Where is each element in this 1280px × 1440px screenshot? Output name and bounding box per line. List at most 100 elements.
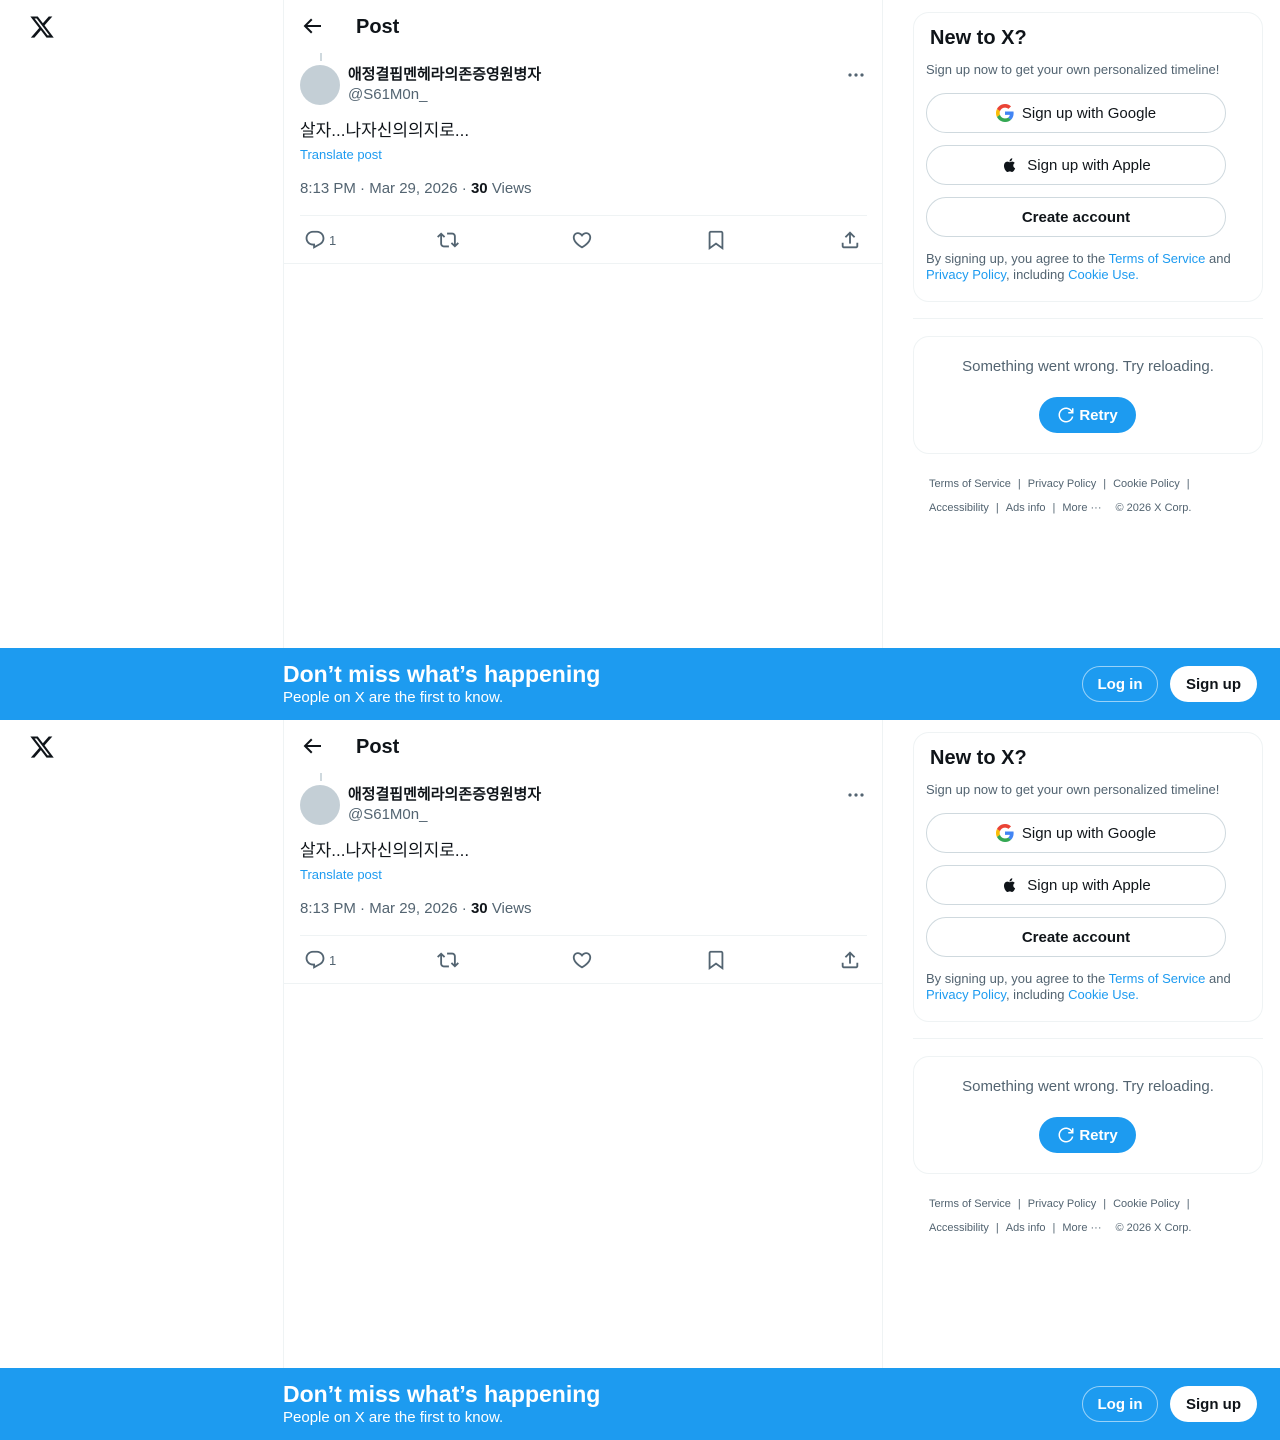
- footer-cookie-link[interactable]: Cookie Policy: [1113, 1198, 1180, 1210]
- thread-line: [320, 773, 322, 781]
- repost-button[interactable]: [437, 948, 459, 972]
- author-name[interactable]: 애정결핍멘헤라의존증영원병자: [348, 785, 541, 805]
- share-button[interactable]: [839, 948, 861, 972]
- footer-separator: |: [1103, 1198, 1107, 1210]
- translate-post-link[interactable]: Translate post: [300, 146, 382, 164]
- create-account-button[interactable]: Create account: [926, 197, 1226, 237]
- privacy-link[interactable]: Privacy Policy: [926, 267, 1006, 282]
- footer-accessibility-link[interactable]: Accessibility: [929, 1222, 989, 1234]
- signup-legal-text: By signing up, you agree to the Terms of…: [926, 251, 1256, 283]
- signup-legal-text: By signing up, you agree to the Terms of…: [926, 971, 1256, 1003]
- google-icon: [995, 824, 1014, 842]
- post-time[interactable]: 8:13 PM: [300, 180, 356, 197]
- signup-google-button[interactable]: Sign up with Google: [926, 813, 1226, 853]
- login-button[interactable]: Log in: [1082, 1386, 1158, 1422]
- create-account-button[interactable]: Create account: [926, 917, 1226, 957]
- repost-icon: [437, 952, 459, 968]
- footer-terms-link[interactable]: Terms of Service: [929, 1198, 1011, 1210]
- back-arrow-icon[interactable]: [300, 14, 324, 38]
- post-text: 살자...나자신의의지로...: [300, 841, 470, 860]
- footer-more-link[interactable]: More ···: [1062, 502, 1101, 514]
- terms-link[interactable]: Terms of Service: [1109, 971, 1206, 986]
- signup-button[interactable]: Sign up: [1170, 1386, 1257, 1422]
- cookie-use-link[interactable]: Cookie Use.: [1068, 267, 1139, 282]
- signup-google-button[interactable]: Sign up with Google: [926, 93, 1226, 133]
- post-text: 살자...나자신의의지로...: [300, 121, 470, 140]
- page-screen-2: Post 애정결핍멘헤라의존증영원병자 @S61M0n_ 살자...나자신의의지…: [0, 720, 1280, 1440]
- retry-button[interactable]: Retry: [1039, 1117, 1136, 1153]
- footer-copyright: © 2026 X Corp.: [1115, 502, 1192, 514]
- footer-terms-link[interactable]: Terms of Service: [929, 478, 1011, 490]
- footer-separator: |: [1052, 502, 1056, 514]
- bookmark-button[interactable]: [705, 228, 727, 252]
- signup-apple-button[interactable]: Sign up with Apple: [926, 145, 1226, 185]
- signup-subtitle: Sign up now to get your own personalized…: [926, 782, 1220, 797]
- back-arrow-icon[interactable]: [300, 734, 324, 758]
- avatar[interactable]: [300, 785, 340, 825]
- repost-button[interactable]: [437, 228, 459, 252]
- apple-icon: [1004, 158, 1016, 172]
- refresh-icon: [1058, 1127, 1074, 1143]
- terms-link[interactable]: Terms of Service: [1109, 251, 1206, 266]
- meta-separator: ·: [461, 180, 471, 197]
- legal-including: , including: [1005, 267, 1069, 282]
- more-options-icon[interactable]: [844, 65, 868, 85]
- post-time[interactable]: 8:13 PM: [300, 900, 356, 917]
- author-handle[interactable]: @S61M0n_: [348, 805, 427, 825]
- cookie-use-link[interactable]: Cookie Use.: [1068, 987, 1139, 1002]
- sidebar-divider: [913, 318, 1263, 319]
- footer-separator: |: [1017, 1198, 1021, 1210]
- primary-column: Post 애정결핍멘헤라의존증영원병자 @S61M0n_ 살자...나자신의의지…: [283, 0, 883, 720]
- screen: Post 애정결핍멘헤라의존증영원병자 @S61M0n_ 살자...나자신의의지…: [0, 720, 1280, 1440]
- author-name[interactable]: 애정결핍멘헤라의존증영원병자: [348, 65, 541, 85]
- reply-count: 1: [329, 232, 337, 248]
- footer-privacy-link[interactable]: Privacy Policy: [1028, 478, 1096, 490]
- x-logo-icon[interactable]: [29, 734, 55, 760]
- retry-button[interactable]: Retry: [1039, 397, 1136, 433]
- like-button[interactable]: [571, 948, 593, 972]
- signup-button[interactable]: Sign up: [1170, 666, 1257, 702]
- footer-separator: |: [1186, 1198, 1190, 1210]
- error-card: Something went wrong. Try reloading. Ret…: [913, 336, 1263, 454]
- footer-ads-link[interactable]: Ads info: [1006, 502, 1046, 514]
- post-date[interactable]: Mar 29, 2026: [369, 180, 457, 197]
- reply-button[interactable]: 1: [304, 948, 336, 972]
- x-logo-icon[interactable]: [29, 14, 55, 40]
- signup-card: New to X? Sign up now to get your own pe…: [913, 12, 1263, 302]
- like-button[interactable]: [571, 228, 593, 252]
- footer-cookie-link[interactable]: Cookie Policy: [1113, 478, 1180, 490]
- footer-more-link[interactable]: More ···: [1062, 1222, 1101, 1234]
- banner-subtitle: People on X are the first to know.: [283, 1409, 504, 1426]
- legal-prefix: By signing up, you agree to the: [926, 971, 1109, 986]
- legal-including: , including: [1005, 987, 1069, 1002]
- footer-accessibility-link[interactable]: Accessibility: [929, 502, 989, 514]
- footer-privacy-link[interactable]: Privacy Policy: [1028, 1198, 1096, 1210]
- signup-card: New to X? Sign up now to get your own pe…: [913, 732, 1263, 1022]
- bookmark-button[interactable]: [705, 948, 727, 972]
- legal-and: and: [1205, 251, 1231, 266]
- heart-icon: [572, 952, 592, 969]
- post-meta: 8:13 PM · Mar 29, 2026 · 30 Views: [300, 899, 532, 919]
- banner-subtitle: People on X are the first to know.: [283, 689, 504, 706]
- more-options-icon[interactable]: [844, 785, 868, 805]
- footer-ads-link[interactable]: Ads info: [1006, 1222, 1046, 1234]
- privacy-link[interactable]: Privacy Policy: [926, 987, 1006, 1002]
- signup-title: New to X?: [930, 27, 1027, 49]
- footer-separator: |: [1052, 1222, 1056, 1234]
- signup-apple-button[interactable]: Sign up with Apple: [926, 865, 1226, 905]
- footer-separator: |: [995, 502, 999, 514]
- share-button[interactable]: [839, 228, 861, 252]
- login-button[interactable]: Log in: [1082, 666, 1158, 702]
- translate-post-link[interactable]: Translate post: [300, 866, 382, 884]
- avatar[interactable]: [300, 65, 340, 105]
- divider: [284, 263, 882, 264]
- repost-icon: [437, 232, 459, 248]
- footer-copyright: © 2026 X Corp.: [1115, 1222, 1192, 1234]
- reply-button[interactable]: 1: [304, 228, 336, 252]
- post-date[interactable]: Mar 29, 2026: [369, 900, 457, 917]
- reply-icon: [305, 230, 325, 249]
- error-message: Something went wrong. Try reloading.: [962, 358, 1214, 375]
- footer-separator: |: [1186, 478, 1190, 490]
- author-handle[interactable]: @S61M0n_: [348, 85, 427, 105]
- error-card: Something went wrong. Try reloading. Ret…: [913, 1056, 1263, 1174]
